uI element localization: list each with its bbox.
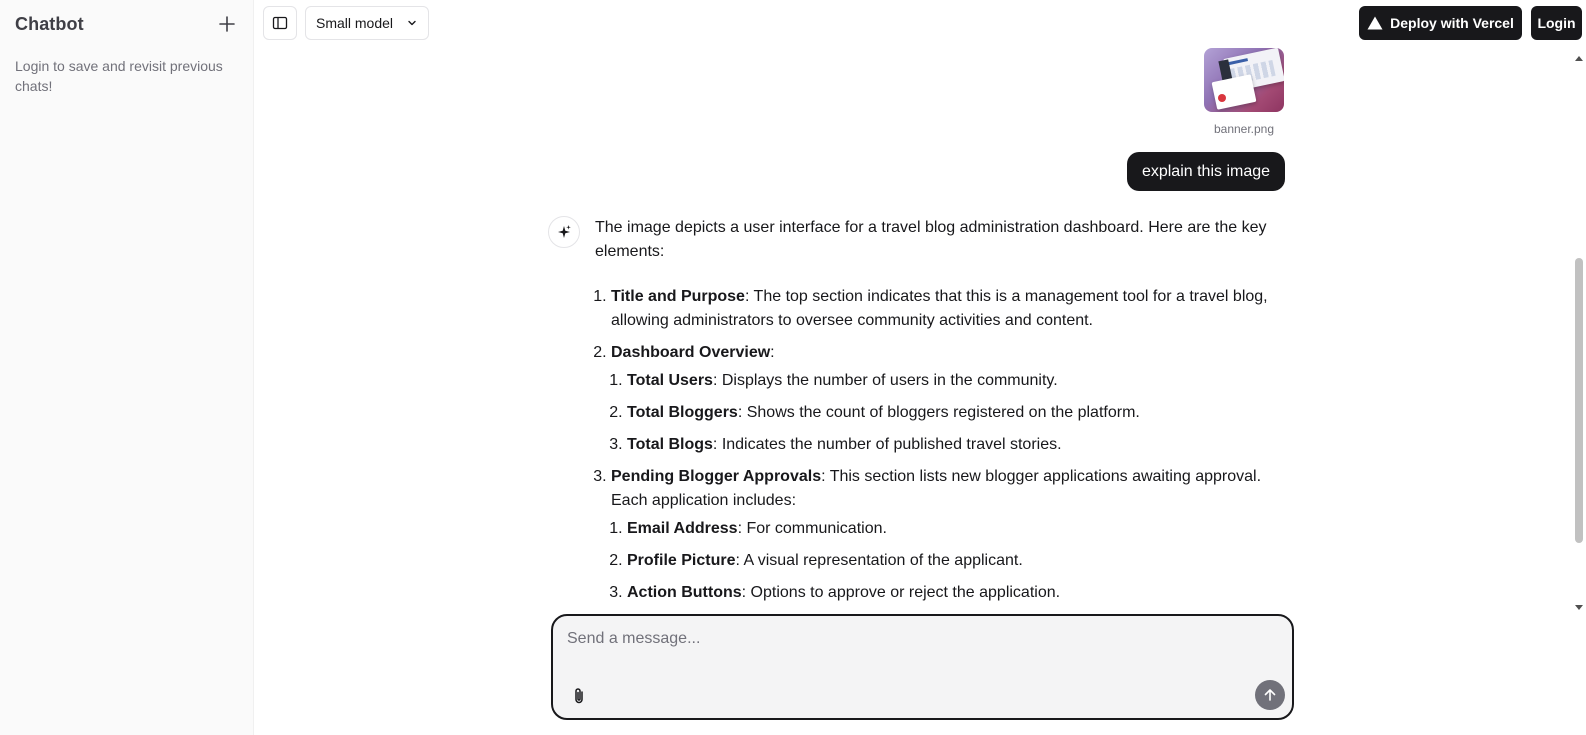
list-item: Profile Picture: A visual representation… <box>627 549 1295 573</box>
attach-file-button[interactable] <box>567 684 591 708</box>
list-item-heading: Total Blogs <box>627 436 713 453</box>
list-item-heading: Dashboard Overview <box>611 344 771 361</box>
assistant-avatar <box>548 216 580 248</box>
deploy-vercel-button[interactable]: Deploy with Vercel <box>1359 6 1522 40</box>
list-item-text: : Options to approve or reject the appli… <box>741 584 1061 601</box>
message-input[interactable] <box>567 626 1267 652</box>
model-selector[interactable]: Small model <box>305 6 429 40</box>
thumbnail-badge-graphic <box>1218 94 1226 102</box>
arrow-up-icon <box>1264 689 1276 701</box>
list-item: Total Bloggers: Shows the count of blogg… <box>627 401 1295 425</box>
assistant-intro: The image depicts a user interface for a… <box>595 219 1267 260</box>
list-item: Email Address: For communication. <box>627 517 1295 541</box>
app-title: Chatbot <box>15 13 84 34</box>
login-button[interactable]: Login <box>1531 6 1582 40</box>
scroll-down-arrow[interactable] <box>1575 605 1583 610</box>
login-prompt: Login to save and revisit previous chats… <box>15 58 223 94</box>
plus-icon <box>219 16 235 32</box>
deploy-button-label: Deploy with Vercel <box>1390 15 1514 31</box>
user-message: explain this image <box>1127 152 1285 191</box>
list-item: Total Blogs: Indicates the number of pub… <box>627 433 1295 457</box>
list-item-heading: Total Users <box>627 372 713 389</box>
sidebar: Chatbot Login to save and revisit previo… <box>0 0 254 735</box>
attachment-thumbnail[interactable] <box>1204 48 1284 112</box>
list-item: Action Buttons: Options to approve or re… <box>627 581 1295 605</box>
vercel-triangle-icon <box>1367 16 1383 30</box>
list-item: Dashboard Overview: Total Users: Display… <box>611 341 1295 457</box>
messages-scrollbar[interactable] <box>1572 48 1586 610</box>
nested-list: Total Users: Displays the number of user… <box>611 369 1295 457</box>
assistant-outline-list: Title and Purpose: The top section indic… <box>595 285 1295 605</box>
list-item: Pending Blogger Approvals: This section … <box>611 465 1295 605</box>
list-item: Title and Purpose: The top section indic… <box>611 285 1295 333</box>
send-button[interactable] <box>1255 680 1285 710</box>
chevron-down-icon <box>408 20 416 26</box>
attachment-file-name: banner.png <box>1213 122 1275 136</box>
assistant-message: The image depicts a user interface for a… <box>595 216 1295 613</box>
list-item-heading: Action Buttons <box>627 584 742 601</box>
list-item-text: : Indicates the number of published trav… <box>712 436 1062 453</box>
list-item: Total Users: Displays the number of user… <box>627 369 1295 393</box>
thumbnail-card-graphic <box>1211 74 1257 110</box>
scroll-up-arrow[interactable] <box>1575 56 1583 61</box>
model-selector-label: Small model <box>316 15 394 31</box>
nested-list: Email Address: For communication. Profil… <box>611 517 1295 605</box>
sidebar-toggle-button[interactable] <box>263 6 297 40</box>
image-attachment[interactable]: banner.png <box>1204 48 1284 136</box>
list-item-text: : For communication. <box>737 520 887 537</box>
list-item-text: : Displays the number of users in the co… <box>712 372 1058 389</box>
sparkles-icon <box>558 225 571 238</box>
list-item-heading: Total Bloggers <box>627 404 738 421</box>
scroll-thumb[interactable] <box>1575 258 1583 543</box>
login-button-label: Login <box>1537 15 1576 31</box>
sidebar-toggle-icon <box>272 16 288 30</box>
list-item-text: : Shows the count of bloggers registered… <box>737 404 1140 421</box>
list-item-heading: Email Address <box>627 520 738 537</box>
list-item-text: : A visual representation of the applica… <box>735 552 1023 569</box>
sidebar-header: Chatbot <box>15 10 241 38</box>
list-item-heading: Profile Picture <box>627 552 736 569</box>
list-item-heading: Title and Purpose <box>611 288 745 305</box>
message-composer <box>551 614 1294 720</box>
list-item-text: : <box>770 344 775 361</box>
new-chat-button[interactable] <box>213 10 241 38</box>
paperclip-icon <box>575 688 583 704</box>
list-item-heading: Pending Blogger Approvals <box>611 468 822 485</box>
